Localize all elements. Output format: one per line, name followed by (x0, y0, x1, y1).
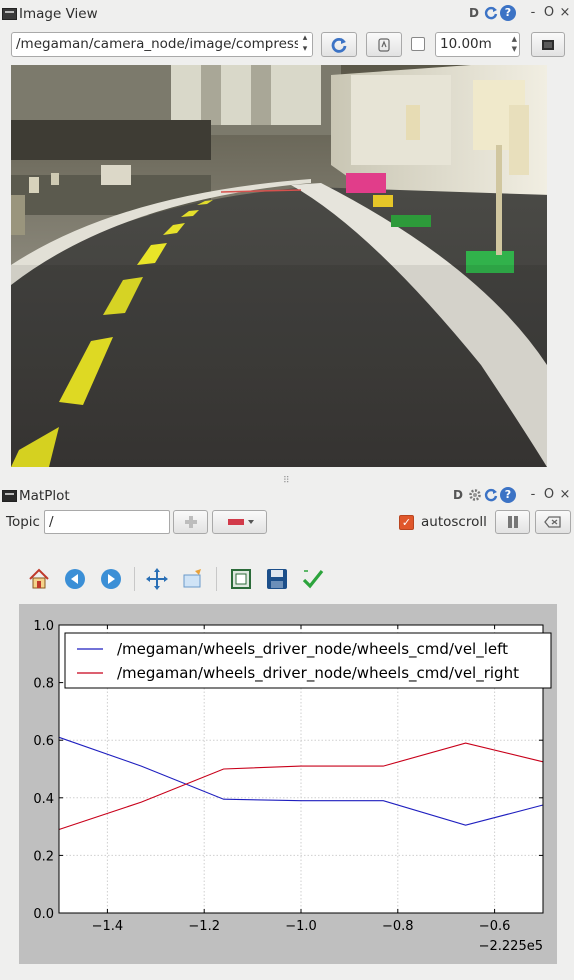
float-button[interactable]: O (542, 5, 556, 21)
help-icon[interactable]: ? (500, 5, 516, 21)
y-tick-label: 0.2 (33, 849, 54, 864)
zoom-value: 10.00m (440, 36, 492, 52)
smooth-scaling-checkbox[interactable] (411, 37, 425, 51)
close-button[interactable]: × (558, 5, 572, 21)
minimize-button[interactable]: - (526, 5, 540, 21)
toggle-panel-button[interactable] (531, 32, 565, 57)
add-topic-button[interactable] (173, 510, 208, 534)
legend-label: /megaman/wheels_driver_node/wheels_cmd/v… (117, 640, 508, 659)
dock-dc-label[interactable]: D (450, 487, 466, 503)
y-tick-label: 0.4 (33, 792, 54, 807)
clear-button[interactable] (535, 510, 571, 534)
autoscroll-checkbox[interactable]: ✓ (399, 515, 414, 530)
image-view-title: Image View (19, 6, 98, 22)
y-tick-label: 0.0 (33, 907, 54, 922)
chevron-updown-icon: ▴ ▾ (298, 33, 312, 56)
back-icon[interactable] (61, 563, 89, 595)
toolbar-separator (134, 567, 135, 591)
help-icon[interactable]: ? (500, 487, 516, 503)
plot-canvas[interactable]: −1.4 −1.2 −1.0 −0.8 −0.6 0.0 0.2 0.4 0.6 0.8 1.0 −2… (19, 604, 557, 964)
x-tick-label: −1.0 (285, 919, 317, 934)
zoom-icon[interactable] (179, 563, 207, 595)
window-icon (2, 490, 17, 502)
topic-label: Topic (6, 514, 40, 530)
zoom-spinbox[interactable]: 10.00m ▲ ▼ (435, 32, 520, 57)
home-icon[interactable] (25, 563, 53, 595)
pause-icon (507, 516, 518, 528)
image-view-titlebar[interactable]: Image View D ? - O × (0, 1, 574, 27)
line-chart: −1.4 −1.2 −1.0 −0.8 −0.6 0.0 0.2 0.4 0.6 0.8 1.0 −2… (33, 619, 552, 954)
image-topic-combo[interactable]: /megaman/camera_node/image/compress ▴ ▾ (11, 32, 313, 57)
spin-arrows-icon[interactable]: ▲ ▼ (512, 34, 517, 54)
remove-topic-button[interactable] (212, 510, 267, 534)
save-image-button[interactable] (366, 32, 402, 57)
forward-icon[interactable] (97, 563, 125, 595)
clear-icon (544, 516, 561, 528)
export-icon (378, 37, 390, 52)
minus-icon (227, 519, 254, 525)
topic-input[interactable]: / (44, 510, 170, 534)
panel-icon (542, 39, 554, 50)
x-tick-label: −1.2 (188, 919, 220, 934)
x-tick-label: −0.6 (479, 919, 511, 934)
dock-dc-label[interactable]: D (466, 5, 482, 21)
autoscroll-label: autoscroll (421, 514, 487, 530)
close-button[interactable]: × (558, 487, 572, 503)
save-icon[interactable] (263, 563, 291, 595)
image-view-toolbar: /megaman/camera_node/image/compress ▴ ▾ 1… (0, 30, 574, 62)
x-tick-label: −0.8 (382, 919, 414, 934)
gear-icon[interactable] (468, 488, 482, 502)
reload-plugin-icon[interactable] (484, 488, 498, 502)
edit-curves-icon[interactable] (299, 563, 327, 595)
float-button[interactable]: O (542, 487, 556, 503)
toolbar-separator (216, 567, 217, 591)
image-topic-value: /megaman/camera_node/image/compress (16, 36, 301, 52)
matplot-title: MatPlot (19, 488, 70, 504)
x-offset-label: −2.225e5 (479, 939, 543, 954)
subplots-icon[interactable] (227, 563, 255, 595)
y-tick-label: 0.6 (33, 734, 54, 749)
y-tick-label: 0.8 (33, 677, 54, 692)
window-icon (2, 8, 17, 20)
plus-icon (184, 516, 197, 528)
refresh-icon (331, 37, 347, 53)
pause-button[interactable] (495, 510, 530, 534)
refresh-topics-button[interactable] (321, 32, 357, 57)
minimize-button[interactable]: - (526, 487, 540, 503)
y-tick-label: 1.0 (33, 619, 54, 634)
camera-image (11, 65, 547, 467)
legend-label: /megaman/wheels_driver_node/wheels_cmd/v… (117, 664, 519, 683)
matplot-titlebar[interactable]: MatPlot D ? - O × (0, 483, 574, 509)
reload-plugin-icon[interactable] (484, 6, 498, 20)
x-tick-label: −1.4 (92, 919, 124, 934)
pan-icon[interactable] (143, 563, 171, 595)
